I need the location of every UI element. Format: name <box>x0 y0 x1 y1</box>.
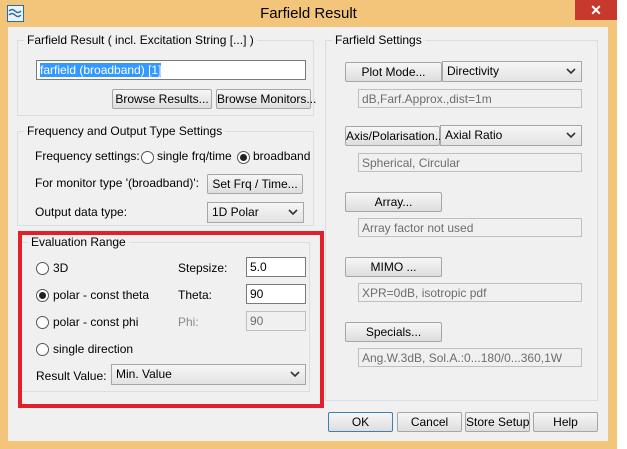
mimo-button[interactable]: MIMO ... <box>345 257 442 277</box>
chevron-down-icon <box>288 209 298 216</box>
farfield-settings-group: Farfield Settings Plot Mode... Directivi… <box>325 33 598 401</box>
mimo-info: XPR=0dB, isotropic pdf <box>358 283 582 302</box>
browse-results-button[interactable]: Browse Results... <box>112 89 212 109</box>
dialog-window: Farfield Result ✕ Farfield Result ( incl… <box>0 0 617 449</box>
frequency-settings-label: Frequency settings: <box>35 149 140 163</box>
plot-mode-button[interactable]: Plot Mode... <box>345 62 442 82</box>
help-button[interactable]: Help <box>533 412 598 432</box>
output-data-type-label: Output data type: <box>35 205 128 219</box>
output-data-type-value: 1D Polar <box>212 205 259 219</box>
cancel-button[interactable]: Cancel <box>397 412 462 432</box>
single-frq-label[interactable]: single frq/time <box>157 149 232 163</box>
browse-monitors-button[interactable]: Browse Monitors... <box>216 89 316 109</box>
background-edge <box>617 0 627 449</box>
ok-button[interactable]: OK <box>328 412 393 432</box>
output-data-type-select[interactable]: 1D Polar <box>207 202 304 223</box>
axis-polarisation-button[interactable]: Axis/Polarisation... <box>345 126 445 146</box>
chevron-down-icon <box>566 132 576 139</box>
specials-info: Ang.W.3dB, Sol.A.:0...180/0...360,1W <box>358 348 582 367</box>
title-bar[interactable]: Farfield Result ✕ <box>0 0 617 27</box>
farfield-settings-group-title: Farfield Settings <box>332 33 425 47</box>
set-frq-time-button[interactable]: Set Frq / Time... <box>207 174 303 194</box>
frequency-output-group-title: Frequency and Output Type Settings <box>24 124 226 138</box>
broadband-radio[interactable] <box>237 151 250 164</box>
plot-mode-value: Directivity <box>447 64 500 78</box>
specials-button[interactable]: Specials... <box>345 322 442 342</box>
plot-mode-info: dB,Farf.Approx.,dist=1m <box>358 89 582 108</box>
store-setup-button[interactable]: Store Setup <box>465 412 530 432</box>
dialog-body: Farfield Result ( incl. Excitation Strin… <box>8 27 608 441</box>
close-button[interactable]: ✕ <box>575 0 617 20</box>
farfield-result-field[interactable]: farfield (broadband) [1] <box>36 60 306 80</box>
farfield-result-group-title: Farfield Result ( incl. Excitation Strin… <box>24 33 257 47</box>
close-icon: ✕ <box>590 2 602 18</box>
axis-polarisation-select[interactable]: Axial Ratio <box>440 125 582 146</box>
farfield-result-group: Farfield Result ( incl. Excitation Strin… <box>17 33 316 116</box>
axis-polarisation-value: Axial Ratio <box>445 128 503 142</box>
array-button[interactable]: Array... <box>345 192 442 212</box>
highlight-annotation <box>18 231 324 408</box>
axis-polarisation-info: Spherical, Circular <box>358 153 582 172</box>
plot-mode-select[interactable]: Directivity <box>442 61 582 82</box>
broadband-label[interactable]: broadband <box>253 149 310 163</box>
monitor-type-label: For monitor type '(broadband)': <box>35 176 199 190</box>
chevron-down-icon <box>566 68 576 75</box>
window-title: Farfield Result <box>260 5 357 22</box>
frequency-output-group: Frequency and Output Type Settings Frequ… <box>17 124 314 226</box>
single-frq-radio[interactable] <box>141 151 154 164</box>
array-info: Array factor not used <box>358 218 582 237</box>
